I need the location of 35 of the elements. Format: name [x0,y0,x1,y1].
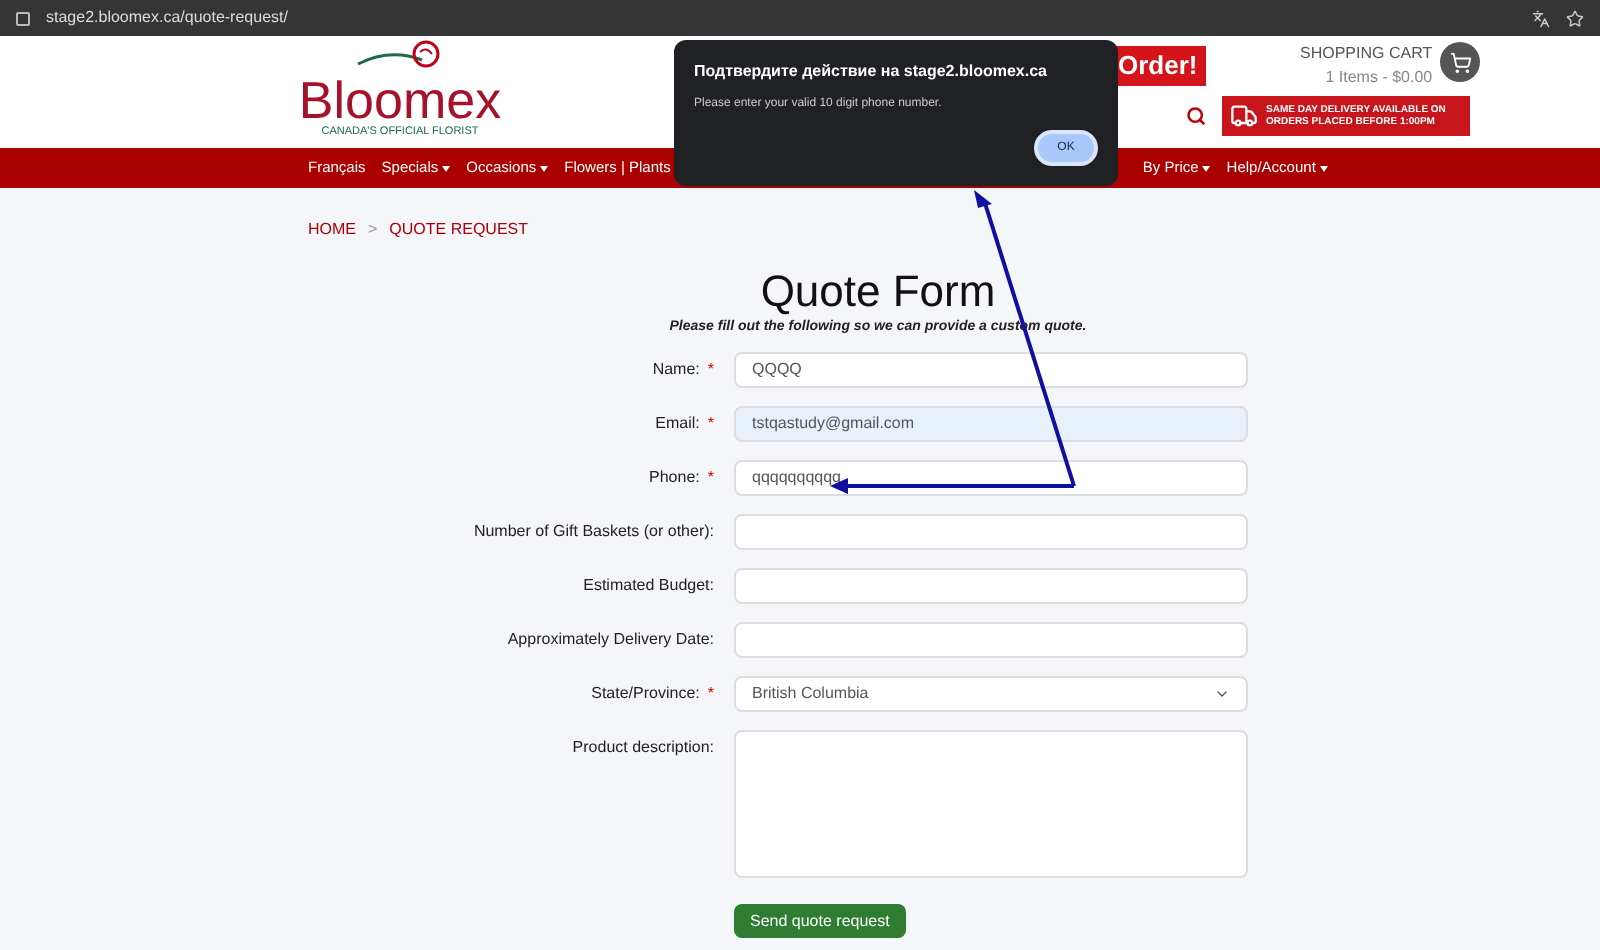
field-label: Email: [655,411,700,435]
logo-text[interactable]: Bloomex [298,76,502,124]
field-label: State/Province: [591,681,700,705]
breadcrumb-separator: > [368,218,378,242]
submit-button[interactable]: Send quote request [734,904,906,938]
breadcrumb-link[interactable]: HOME [308,218,356,242]
required-asterisk: * [707,411,714,435]
field-label: Approximately Delivery Date: [507,627,714,651]
cart-title[interactable]: SHOPPING CART [1300,42,1433,66]
text-field[interactable]: qqqqqqqqqq [734,459,1248,495]
field-label: Estimated Budget: [583,573,714,597]
cart-icon[interactable] [1440,42,1481,82]
select-field[interactable]: British Columbia [734,675,1248,711]
required-asterisk: * [707,465,714,489]
breadcrumb-link[interactable]: QUOTE REQUEST [389,218,529,242]
site-settings-icon[interactable] [16,11,30,25]
field-label: Product description: [572,735,714,759]
translate-icon[interactable] [1532,9,1550,27]
dialog-title: Подтвердите действие на stage2.bloomex.ca [694,60,1049,84]
field-label: Phone: [649,465,700,489]
required-asterisk: * [707,681,714,705]
url-text[interactable]: stage2.bloomex.ca/quote-request/ [46,6,288,30]
text-field[interactable] [734,513,1248,549]
text-field[interactable] [734,567,1248,603]
text-field[interactable]: tstqastudy@gmail.com [734,405,1248,441]
form-title: Quote Form [760,266,996,318]
field-label: Number of Gift Baskets (or other): [473,519,714,543]
cart-summary: 1 Items - $0.00 [1325,66,1433,90]
field-label: Name: [652,357,700,381]
text-field[interactable]: QQQQ [734,351,1248,387]
search-icon[interactable] [1186,106,1206,126]
bookmark-star-icon[interactable] [1566,9,1584,27]
required-asterisk: * [707,357,714,381]
truck-icon [1230,102,1258,130]
text-field[interactable] [734,621,1248,657]
